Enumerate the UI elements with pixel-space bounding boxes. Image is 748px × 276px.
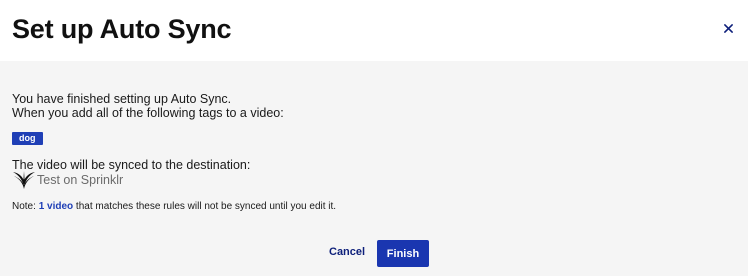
close-button[interactable] xyxy=(718,18,738,38)
sprinklr-logo-icon xyxy=(13,171,35,189)
sync-note: Note: 1 video that matches these rules w… xyxy=(12,200,336,214)
dialog-body: You have finished setting up Auto Sync. … xyxy=(12,92,732,212)
close-icon xyxy=(723,23,733,33)
dialog-header: Set up Auto Sync xyxy=(0,0,748,61)
tags-instruction: When you add all of the following tags t… xyxy=(12,106,284,120)
auto-sync-dialog: Set up Auto Sync You have finished setti… xyxy=(0,0,748,276)
cancel-button[interactable]: Cancel xyxy=(329,246,365,258)
destination-name: Test on Sprinklr xyxy=(37,173,124,187)
tag-badge: dog xyxy=(12,132,43,145)
note-prefix: Note: xyxy=(12,201,39,212)
finished-message: You have finished setting up Auto Sync. xyxy=(12,92,232,106)
matching-videos-link[interactable]: 1 video xyxy=(39,201,73,212)
destination-item: Test on Sprinklr xyxy=(11,170,123,190)
dialog-title: Set up Auto Sync xyxy=(12,14,232,44)
note-suffix: that matches these rules will not be syn… xyxy=(73,201,337,212)
finish-button[interactable]: Finish xyxy=(377,240,429,267)
